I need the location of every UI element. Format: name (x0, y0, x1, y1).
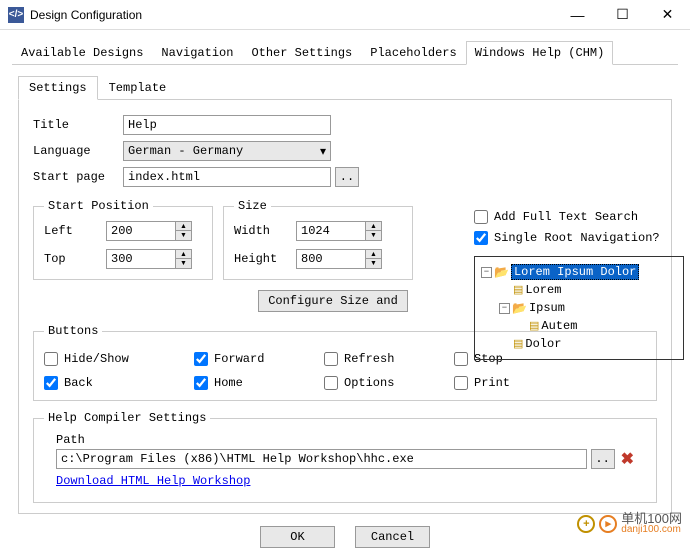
size-legend: Size (234, 199, 271, 213)
tree-node-root[interactable]: Lorem Ipsum Dolor (511, 264, 639, 280)
top-label: Top (44, 252, 106, 266)
compiler-legend: Help Compiler Settings (44, 411, 210, 425)
language-combo[interactable]: German - Germany ▾ (123, 141, 331, 161)
tree-collapse-icon[interactable]: − (499, 303, 510, 314)
file-icon: ▤ (513, 337, 523, 351)
compiler-path-input[interactable] (56, 449, 587, 469)
width-spinner[interactable]: ▲▼ (366, 221, 382, 241)
configure-size-button[interactable]: Configure Size and (258, 290, 408, 312)
language-label: Language (33, 144, 123, 158)
tree-node[interactable]: Autem (541, 319, 577, 333)
left-label: Left (44, 224, 106, 238)
tree-collapse-icon[interactable]: − (481, 267, 492, 278)
folder-open-icon: 📂 (512, 301, 527, 316)
singleroot-checkbox[interactable]: Single Root Navigation? (474, 231, 660, 245)
height-label: Height (234, 252, 296, 266)
folder-open-icon: 📂 (494, 265, 509, 280)
maximize-button[interactable]: ☐ (600, 0, 645, 30)
file-icon: ▤ (529, 319, 539, 333)
back-checkbox[interactable]: Back (44, 376, 194, 390)
path-label: Path (44, 433, 646, 447)
width-label: Width (234, 224, 296, 238)
app-icon: </> (8, 7, 24, 23)
settings-panel: Title Language German - Germany ▾ Start … (18, 100, 672, 514)
buttons-legend: Buttons (44, 324, 102, 338)
startpage-input[interactable] (123, 167, 331, 187)
tab-available-designs[interactable]: Available Designs (12, 41, 152, 65)
title-label: Title (33, 118, 123, 132)
tab-windows-help-chm[interactable]: Windows Help (CHM) (466, 41, 614, 65)
height-input[interactable] (296, 249, 366, 269)
cancel-button[interactable]: Cancel (355, 526, 430, 548)
file-icon: ▤ (513, 283, 523, 297)
minimize-button[interactable]: — (555, 0, 600, 30)
tab-placeholders[interactable]: Placeholders (361, 41, 465, 65)
refresh-checkbox[interactable]: Refresh (324, 352, 454, 366)
clear-path-button[interactable]: ✖ (621, 449, 634, 469)
tree-node[interactable]: Lorem (525, 283, 561, 297)
hideshow-checkbox[interactable]: Hide/Show (44, 352, 194, 366)
startpage-browse-button[interactable]: .. (335, 167, 359, 187)
tab-navigation[interactable]: Navigation (152, 41, 242, 65)
height-spinner[interactable]: ▲▼ (366, 249, 382, 269)
chevron-down-icon: ▾ (320, 144, 326, 159)
navigation-tree[interactable]: −📂Lorem Ipsum Dolor ▤Lorem −📂Ipsum ▤Aute… (474, 256, 684, 360)
compiler-browse-button[interactable]: .. (591, 449, 615, 469)
title-input[interactable] (123, 115, 331, 135)
subtab-settings[interactable]: Settings (18, 76, 98, 100)
width-input[interactable] (296, 221, 366, 241)
close-button[interactable]: ✕ (645, 0, 690, 30)
window-title: Design Configuration (30, 8, 555, 22)
tab-other-settings[interactable]: Other Settings (242, 41, 361, 65)
home-checkbox[interactable]: Home (194, 376, 324, 390)
watermark: +▸ 单机100网danji100.com (577, 512, 682, 535)
tree-node[interactable]: Dolor (525, 337, 561, 351)
print-checkbox[interactable]: Print (454, 376, 574, 390)
left-input[interactable] (106, 221, 176, 241)
top-input[interactable] (106, 249, 176, 269)
forward-checkbox[interactable]: Forward (194, 352, 324, 366)
startpos-legend: Start Position (44, 199, 153, 213)
options-checkbox[interactable]: Options (324, 376, 454, 390)
download-link[interactable]: Download HTML Help Workshop (56, 474, 250, 488)
subtab-template[interactable]: Template (98, 76, 178, 100)
top-spinner[interactable]: ▲▼ (176, 249, 192, 269)
ok-button[interactable]: OK (260, 526, 335, 548)
fulltext-checkbox[interactable]: Add Full Text Search (474, 210, 638, 224)
startpage-label: Start page (33, 170, 123, 184)
tree-node[interactable]: Ipsum (529, 301, 565, 315)
left-spinner[interactable]: ▲▼ (176, 221, 192, 241)
